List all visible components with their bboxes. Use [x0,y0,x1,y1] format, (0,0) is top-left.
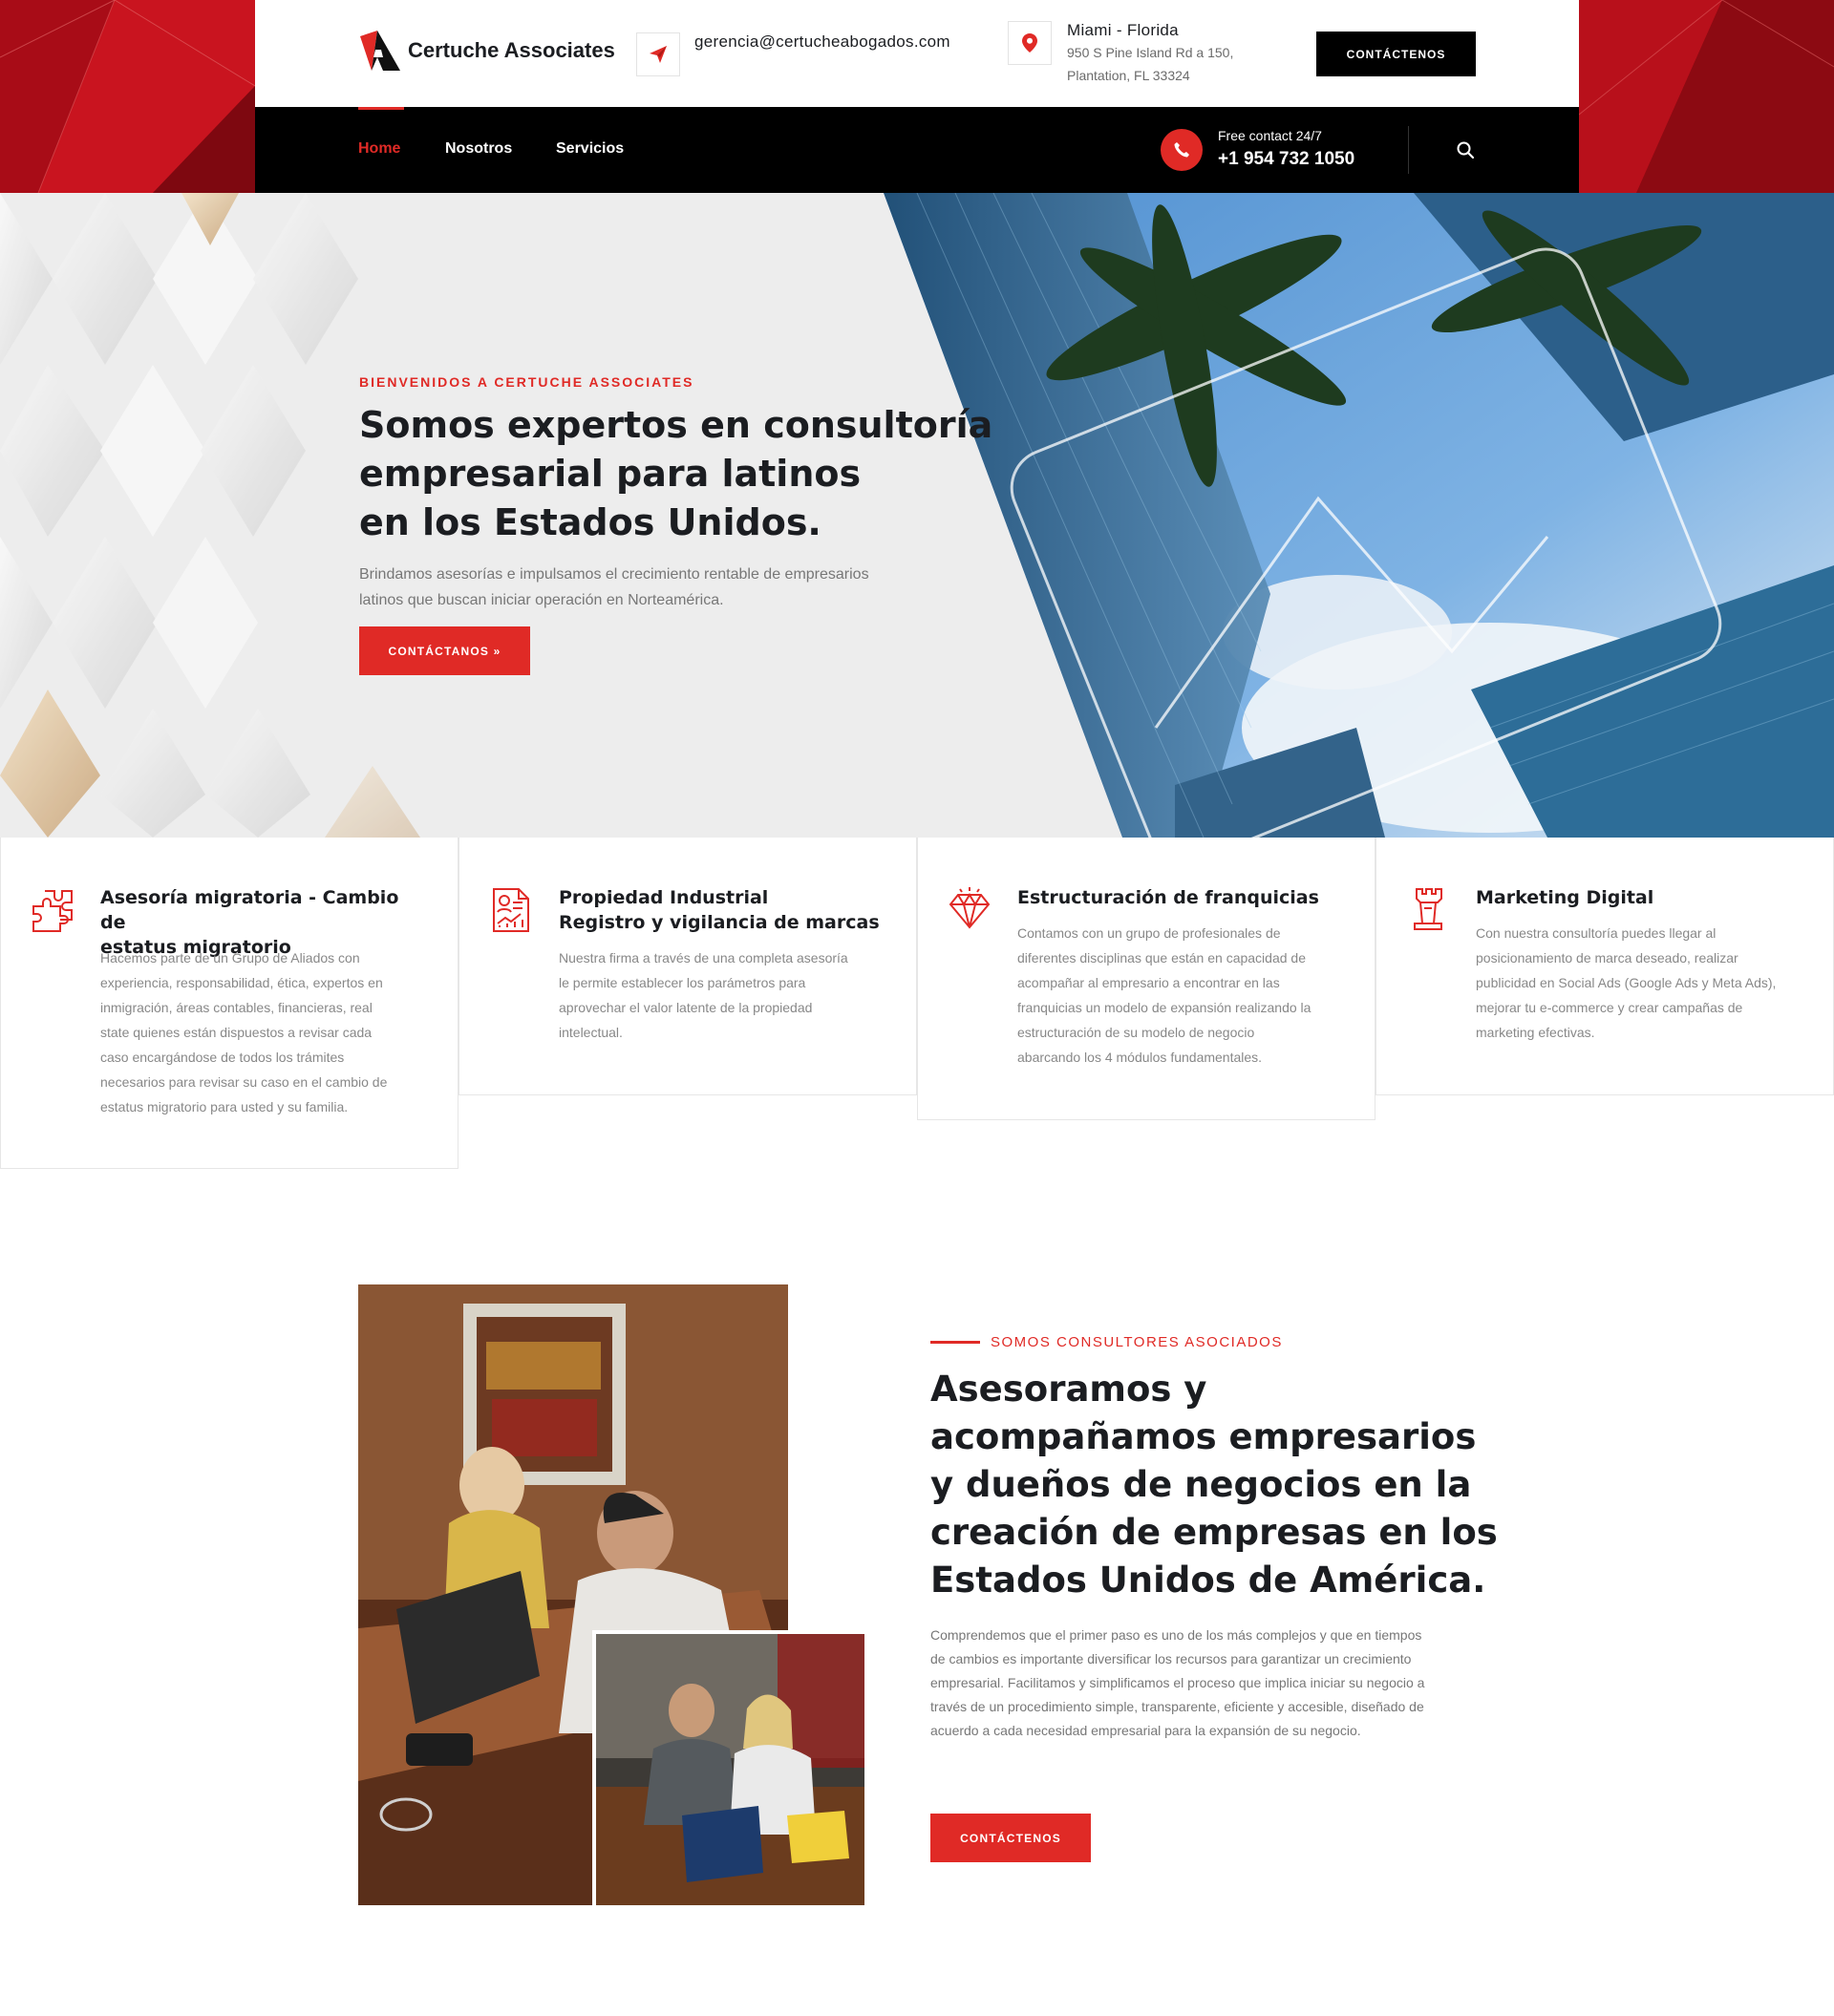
services-section: Asesoría migratoria - Cambio de estatus … [0,838,1834,1172]
service-text-line: mejorar tu e-commerce y crear campañas d… [1476,1000,1743,1015]
service-title: Marketing Digital [1476,885,1801,910]
service-title: Estructuración de franquicias [1017,885,1342,910]
hero-description: Brindamos asesorías e impulsamos el crec… [359,562,932,613]
page: Certuche Associates gerencia@certucheabo… [0,0,1834,2016]
diamond-icon [949,887,991,929]
service-text-line: posicionamiento de marca deseado, realiz… [1476,950,1738,966]
nav-item-nosotros[interactable]: Nosotros [445,140,512,158]
service-description: Contamos con un grupo de profesionales d… [1017,921,1342,1070]
service-card-marketing-digital[interactable]: Marketing Digital Con nuestra consultorí… [1376,838,1834,1095]
address-line-2: Plantation, FL 33324 [1067,68,1190,83]
location-title: Miami - Florida [1067,21,1179,39]
phone-button[interactable] [1161,129,1203,171]
service-text-line: acompañar al empresario a encontrar en l… [1017,975,1280,990]
service-text-line: necesarios para revisar su caso en el ca… [100,1074,388,1090]
service-title-line: Asesoría migratoria - Cambio de [100,887,399,933]
header: Certuche Associates gerencia@certucheabo… [255,0,1579,107]
hero-title-line: en los Estados Unidos. [359,501,821,543]
hero-description-line: latinos que buscan iniciar operación en … [359,592,724,608]
service-title: Propiedad Industrial Registro y vigilanc… [559,885,884,935]
about-description: Comprendemos que el primer paso es uno d… [930,1623,1475,1743]
service-text-line: state quienes están dispuestos a revisar… [100,1025,373,1040]
phone-caption: Free contact 24/7 [1218,128,1322,143]
phone-number-link[interactable]: +1 954 732 1050 [1218,149,1354,170]
nav-item-servicios[interactable]: Servicios [556,140,624,158]
top-zone: Certuche Associates gerencia@certucheabo… [0,0,1834,193]
email-icon-box [636,32,680,76]
service-description: Hacemos parte de un Grupo de Aliados con… [100,945,425,1119]
service-text-line: Contamos con un grupo de profesionales d… [1017,925,1281,941]
header-email-link[interactable]: gerencia@certucheabogados.com [694,32,950,52]
about-kicker-line [930,1341,980,1344]
service-description: Nuestra firma a través de una completa a… [559,945,884,1045]
service-text-line: le permite establecer los parámetros par… [559,975,806,990]
header-contact-button[interactable]: CONTÁCTENOS [1316,32,1476,76]
service-title-line: Registro y vigilancia de marcas [559,912,880,933]
service-card-migratoria[interactable]: Asesoría migratoria - Cambio de estatus … [0,838,458,1169]
service-description: Con nuestra consultoría puedes llegar al… [1476,921,1801,1045]
about-photo-team [592,1630,864,1905]
service-title-line: Propiedad Industrial [559,887,769,908]
search-icon [1457,141,1475,159]
about-title-line: acompañamos empresarios [930,1416,1477,1457]
brand-logo[interactable]: Certuche Associates [358,29,615,73]
service-text-line: Con nuestra consultoría puedes llegar al [1476,925,1717,941]
service-text-line: diferentes disciplinas que están en capa… [1017,950,1306,966]
service-text-line: intelectual. [559,1025,623,1040]
hero-description-line: Brindamos asesorías e impulsamos el crec… [359,566,869,583]
phone-icon [1174,142,1189,158]
about-text-line: empresarial. Facilitamos y simplificamos… [930,1675,1425,1690]
about-text-line: través de un procedimiento simple, trans… [930,1699,1424,1714]
decorative-red-panel-left [0,0,255,193]
service-text-line: marketing efectivas. [1476,1025,1595,1040]
decorative-red-panel-right [1579,0,1834,193]
service-text-line: estatus migratorio para usted y su famil… [100,1099,349,1114]
hero-contact-button[interactable]: CONTÁCTANOS » [359,626,530,675]
location-icon-box [1008,21,1052,65]
hero-title-line: Somos expertos en consultoría [359,404,993,446]
service-card-franquicias[interactable]: Estructuración de franquicias Contamos c… [917,838,1376,1120]
service-title-line: Marketing Digital [1476,887,1654,908]
logo-icon [360,31,400,71]
service-card-propiedad-industrial[interactable]: Propiedad Industrial Registro y vigilanc… [458,838,917,1095]
hero-kicker: BIENVENIDOS A CERTUCHE ASSOCIATES [359,374,694,390]
nav-item-home[interactable]: Home [358,140,400,158]
hero-title: Somos expertos en consultoría empresaria… [359,401,1009,547]
service-text-line: estructuración de su modelo de negocio [1017,1025,1255,1040]
about-text-line: acuerdo a cada necesidad empresarial par… [930,1723,1361,1738]
about-contact-button[interactable]: CONTÁCTENOS [930,1814,1091,1862]
about-title: Asesoramos y acompañamos empresarios y d… [930,1366,1503,1604]
service-text-line: Nuestra firma a través de una completa a… [559,950,848,966]
service-text-line: Hacemos parte de un Grupo de Aliados con [100,950,360,966]
main-navigation: Home Nosotros Servicios Free contact 24/… [255,107,1579,193]
service-text-line: caso encargándose de todos los trámites [100,1050,345,1065]
paper-plane-icon [650,46,667,63]
about-title-line: creación de empresas en los [930,1512,1498,1553]
service-text-line: aprovechar el valor latente de la propie… [559,1000,813,1015]
active-nav-indicator [358,107,404,110]
address-line-1: 950 S Pine Island Rd a 150, [1067,45,1234,60]
service-title-line: Estructuración de franquicias [1017,887,1319,908]
nav-divider [1408,126,1409,174]
service-text-line: franquicias un modelo de expansión reali… [1017,1000,1312,1015]
search-button[interactable] [1453,138,1478,162]
hero-section: BIENVENIDOS A CERTUCHE ASSOCIATES Somos … [0,193,1834,838]
report-icon [493,888,529,932]
about-text-line: Comprendemos que el primer paso es uno d… [930,1627,1422,1643]
service-text-line: experiencia, responsabilidad, ética, exp… [100,975,383,990]
rook-icon [1414,888,1442,930]
service-text-line: publicidad en Social Ads (Google Ads y M… [1476,975,1777,990]
hero-title-line: empresarial para latinos [359,453,862,495]
about-title-line: y dueños de negocios en la [930,1464,1472,1505]
about-text-line: de cambios es importante diversificar lo… [930,1651,1412,1666]
service-text-line: abarcando los 4 módulos fundamentales. [1017,1050,1263,1065]
map-pin-icon [1022,33,1037,53]
brand-name: Certuche Associates [408,38,615,62]
about-title-line: Asesoramos y [930,1369,1207,1410]
service-text-line: inmigración, áreas contables, financiera… [100,1000,373,1015]
about-kicker: SOMOS CONSULTORES ASOCIADOS [991,1334,1283,1350]
about-title-line: Estados Unidos de América. [930,1560,1486,1601]
puzzle-icon [32,890,73,932]
